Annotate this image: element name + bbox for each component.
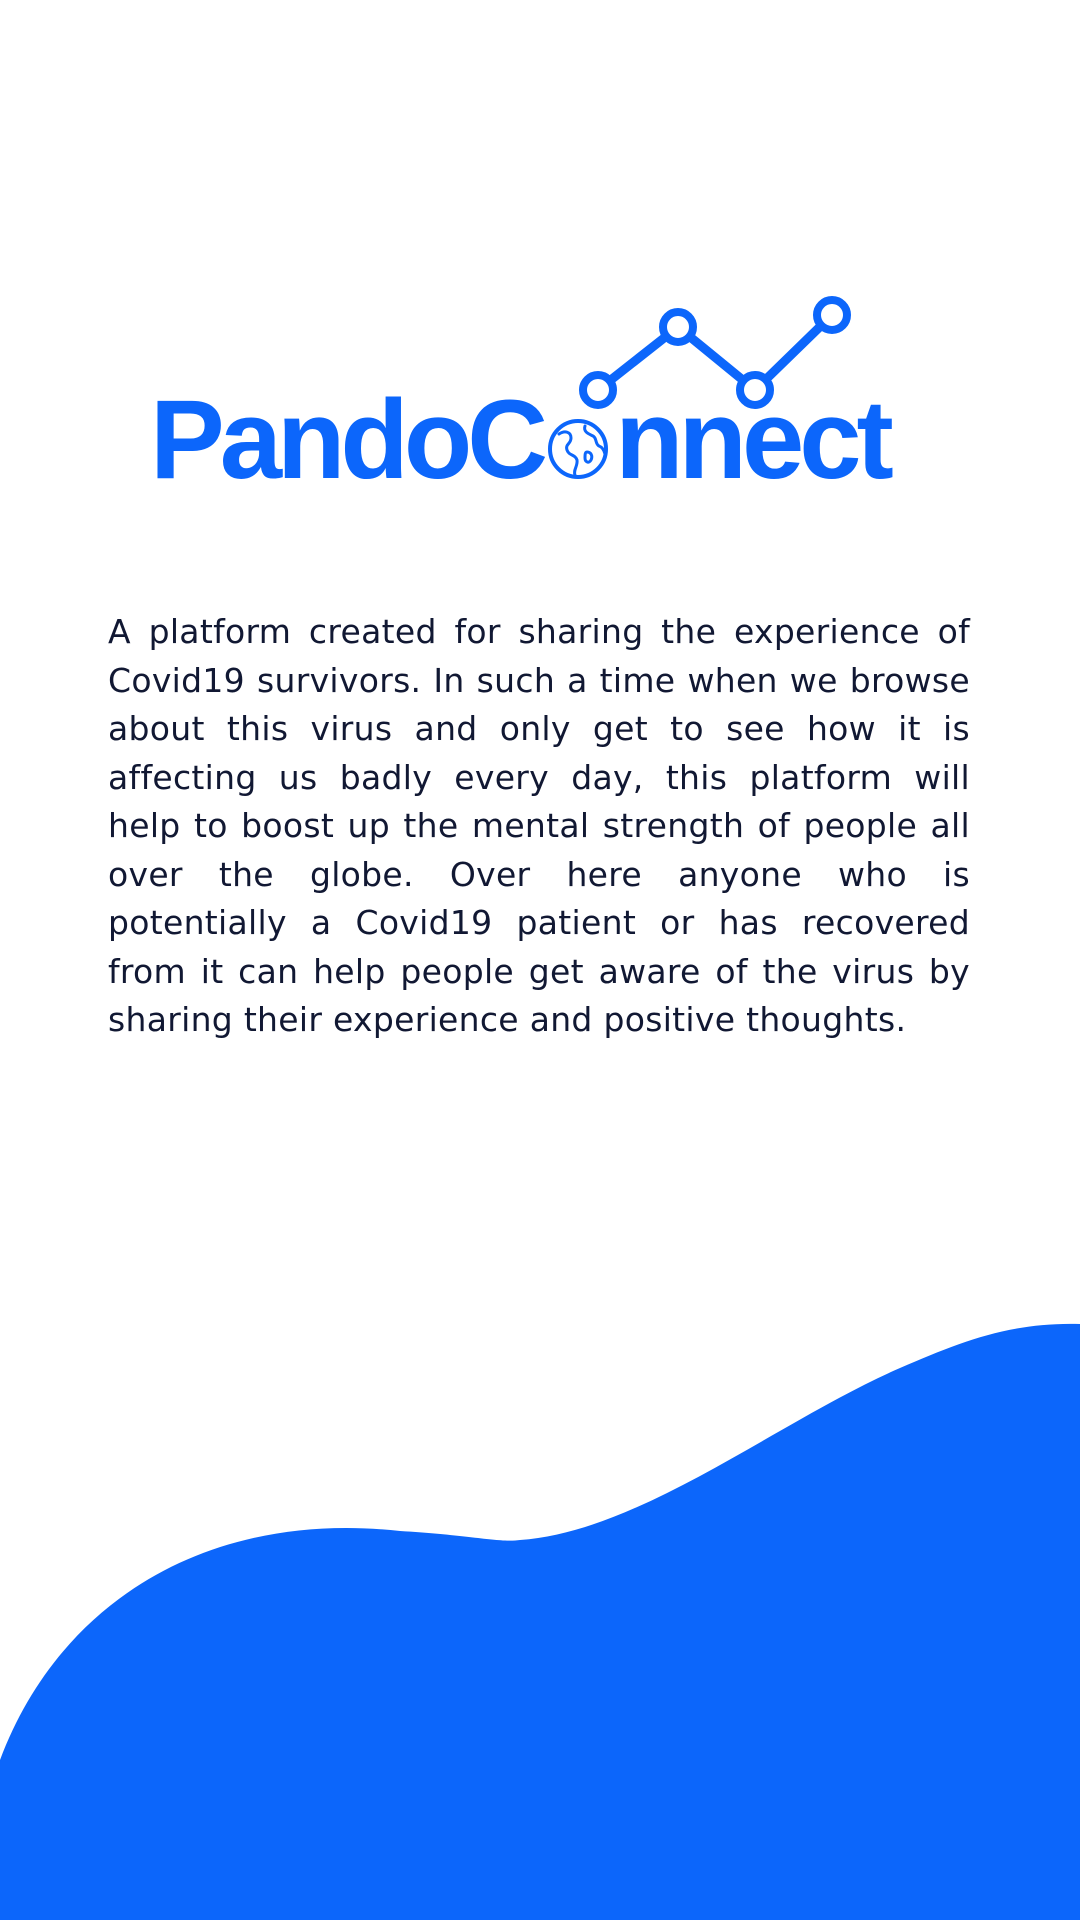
app-name-part1: PandoC	[150, 377, 548, 502]
app-description: A platform created for sharing the exper…	[108, 612, 970, 1039]
decorative-wave	[0, 1323, 1080, 1920]
app-name-part2: nnect	[615, 377, 894, 502]
app-logo: PandoC nnect	[150, 290, 940, 500]
splash-screen: PandoC nnect A platform created for shar…	[0, 0, 1080, 1920]
globe-icon	[547, 418, 609, 480]
app-name: PandoC nnect	[150, 377, 894, 502]
